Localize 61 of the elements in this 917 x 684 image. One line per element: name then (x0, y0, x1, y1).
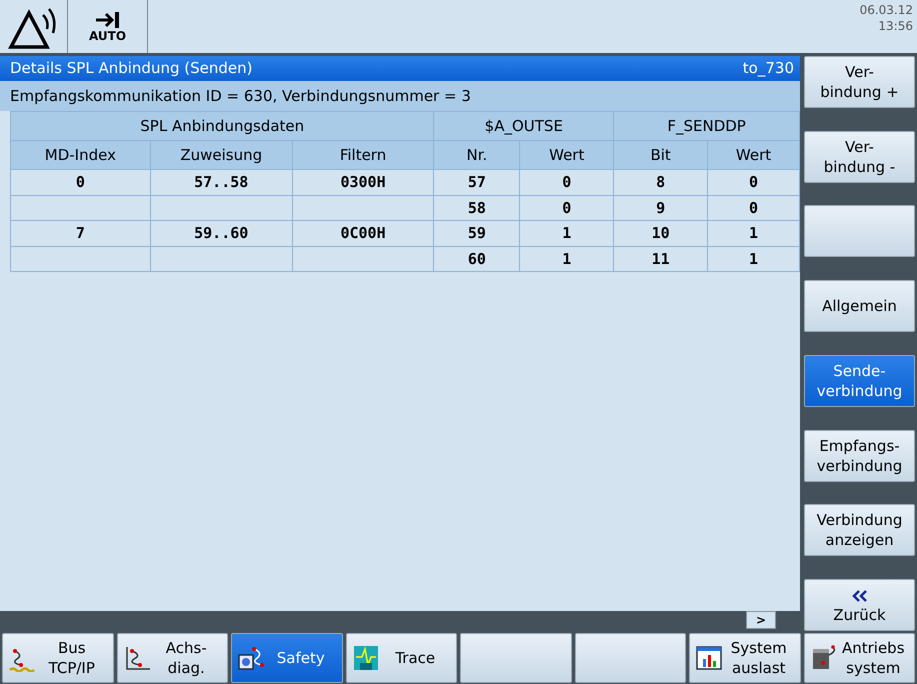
blank-softkey[interactable] (804, 205, 915, 258)
table-cell: 1 (708, 246, 800, 272)
table-cell: 0 (520, 170, 614, 195)
safety-icon (238, 644, 266, 672)
column-header: Wert (708, 140, 800, 170)
table-cell: 8 (614, 170, 708, 195)
panel-title: Details SPL Anbindung (Senden) (10, 58, 252, 80)
back-chevron-icon (850, 590, 868, 602)
back-softkey[interactable]: Zurück (804, 578, 915, 631)
softkey[interactable]: Empfangs- verbindung (804, 430, 915, 482)
column-header: Bit (614, 140, 708, 170)
axis-diagram-icon (124, 644, 152, 672)
table-cell: 1 (708, 220, 800, 246)
softkey[interactable]: Trace (346, 633, 457, 683)
table-cell: 0 (708, 170, 800, 195)
softkey[interactable]: Safety (231, 633, 342, 683)
date-label: 06.03.12 (860, 2, 913, 18)
softkey[interactable]: Achs- diag. (116, 633, 228, 683)
info-text: Empfangskommunikation ID = 630, Verbindungsnummer = 3 (10, 86, 471, 107)
table-cell: 57..58 (150, 170, 292, 195)
column-header: Filtern (292, 140, 434, 170)
blank-softkey[interactable] (460, 633, 572, 683)
table-cell: 59..60 (150, 220, 292, 246)
table-cell: 0 (520, 195, 614, 220)
column-header: MD-Index (10, 140, 150, 170)
blank-softkey[interactable] (574, 633, 686, 683)
column-header: Nr. (434, 140, 520, 170)
table-cell: 0 (10, 170, 150, 195)
softkey[interactable]: Antriebs system (804, 633, 915, 683)
table-cell: 9 (614, 195, 708, 220)
bar-chart-icon (696, 644, 724, 672)
panel-tag: to_730 (742, 57, 794, 80)
column-group-header: SPL Anbindungsdaten (10, 112, 434, 140)
column-group-header: $A_OUTSE (434, 112, 614, 140)
column-header: Zuweisung (150, 140, 292, 170)
softkey[interactable]: Sende- verbindung (804, 354, 915, 407)
trace-wave-icon (352, 644, 380, 672)
table-cell: 59 (434, 220, 520, 246)
column-header: Wert (520, 140, 614, 170)
mode-label: AUTO (88, 30, 126, 43)
table-cell: 10 (614, 220, 708, 246)
scroll-right-button[interactable]: > (746, 611, 776, 629)
column-group-header: F_SENDDP (614, 112, 800, 140)
softkey[interactable]: Ver- bindung + (804, 56, 915, 108)
softkey[interactable]: System auslast (689, 633, 800, 683)
table-cell: 60 (434, 246, 520, 272)
time-label: 13:56 (877, 18, 913, 34)
table-cell: 11 (614, 246, 708, 272)
table-cell: 58 (434, 195, 520, 220)
softkey[interactable]: Verbindung anzeigen (804, 504, 915, 556)
softkey[interactable]: Allgemein (804, 280, 915, 332)
table-cell: 7 (10, 220, 150, 246)
table-cell: 1 (520, 246, 614, 272)
table-cell: 0C00H (292, 220, 434, 246)
table-cell: 0 (708, 195, 800, 220)
mode-arrow-icon (94, 10, 122, 30)
table-cell: 57 (434, 170, 520, 195)
table-cell: 1 (520, 220, 614, 246)
softkey[interactable]: Bus TCP/IP (2, 633, 114, 683)
softkey[interactable]: Ver- bindung - (804, 130, 915, 183)
table-cell: 0300H (292, 170, 434, 195)
